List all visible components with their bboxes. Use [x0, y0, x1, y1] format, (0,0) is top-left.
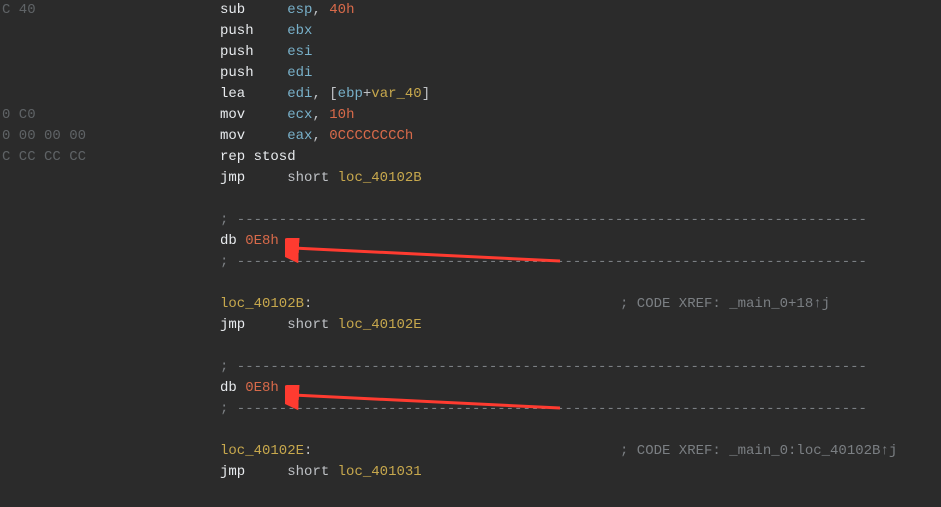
asm-line: push edi — [0, 63, 941, 84]
asm-line: ; --------------------------------------… — [0, 399, 941, 420]
mnemonic: mov — [220, 107, 245, 123]
asm-line: lea edi, [ebp+var_40] — [0, 84, 941, 105]
asm-line: ; --------------------------------------… — [0, 210, 941, 231]
asm-line — [0, 420, 941, 441]
asm-line — [0, 336, 941, 357]
mnemonic: jmp — [220, 464, 245, 480]
hex-bytes: C 40 — [0, 0, 92, 21]
asm-code: ; --------------------------------------… — [220, 210, 941, 231]
asm-line: loc_40102E:; CODE XREF: _main_0:loc_4010… — [0, 441, 941, 462]
asm-line: jmp short loc_401031 — [0, 462, 941, 483]
hex-bytes: 0 C0 — [0, 105, 92, 126]
mnemonic: mov — [220, 128, 245, 144]
asm-code: push esi — [220, 42, 941, 63]
asm-code: jmp short loc_40102E — [220, 315, 941, 336]
asm-code: ; --------------------------------------… — [220, 399, 941, 420]
disassembly-listing: C 40 sub esp, 40hpush ebxpush esipush edi… — [0, 0, 941, 483]
asm-code: ; --------------------------------------… — [220, 357, 941, 378]
mnemonic: push — [220, 65, 254, 81]
asm-line: push esi — [0, 42, 941, 63]
mnemonic: push — [220, 44, 254, 60]
separator: ; --------------------------------------… — [220, 212, 867, 228]
mnemonic: lea — [220, 86, 245, 102]
asm-line: C 40 sub esp, 40h — [0, 0, 941, 21]
separator: ; --------------------------------------… — [220, 401, 867, 417]
asm-code: push ebx — [220, 21, 941, 42]
mnemonic: jmp — [220, 170, 245, 186]
hex-bytes: 0 00 00 00 — [0, 126, 92, 147]
asm-code: db 0E8h — [220, 378, 941, 399]
asm-code: ; --------------------------------------… — [220, 252, 941, 273]
mnemonic: push — [220, 23, 254, 39]
asm-code: mov ecx, 10h — [220, 105, 941, 126]
code-xref: ; CODE XREF: _main_0+18↑j — [620, 294, 830, 315]
asm-line: 0 00 00 00 mov eax, 0CCCCCCCCh — [0, 126, 941, 147]
asm-line: loc_40102B:; CODE XREF: _main_0+18↑j — [0, 294, 941, 315]
asm-line: ; --------------------------------------… — [0, 357, 941, 378]
asm-line: jmp short loc_40102B — [0, 168, 941, 189]
hex-bytes: C CC CC CC — [0, 147, 92, 168]
asm-code: mov eax, 0CCCCCCCCh — [220, 126, 941, 147]
code-xref: ; CODE XREF: _main_0:loc_40102B↑j — [620, 441, 897, 462]
asm-code: db 0E8h — [220, 231, 941, 252]
asm-code: loc_40102B:; CODE XREF: _main_0+18↑j — [220, 294, 941, 315]
asm-code: jmp short loc_401031 — [220, 462, 941, 483]
asm-line: db 0E8h — [0, 378, 941, 399]
asm-line — [0, 189, 941, 210]
asm-code: push edi — [220, 63, 941, 84]
asm-line: jmp short loc_40102E — [0, 315, 941, 336]
mnemonic: jmp — [220, 317, 245, 333]
asm-line: ; --------------------------------------… — [0, 252, 941, 273]
asm-line: db 0E8h — [0, 231, 941, 252]
asm-line: 0 C0 mov ecx, 10h — [0, 105, 941, 126]
asm-code: loc_40102E:; CODE XREF: _main_0:loc_4010… — [220, 441, 941, 462]
asm-code: sub esp, 40h — [220, 0, 941, 21]
asm-code: jmp short loc_40102B — [220, 168, 941, 189]
asm-line: C CC CC CC rep stosd — [0, 147, 941, 168]
mnemonic: sub — [220, 2, 245, 18]
asm-line: push ebx — [0, 21, 941, 42]
asm-line — [0, 273, 941, 294]
separator: ; --------------------------------------… — [220, 359, 867, 375]
asm-code: lea edi, [ebp+var_40] — [220, 84, 941, 105]
separator: ; --------------------------------------… — [220, 254, 867, 270]
asm-code: rep stosd — [220, 147, 941, 168]
